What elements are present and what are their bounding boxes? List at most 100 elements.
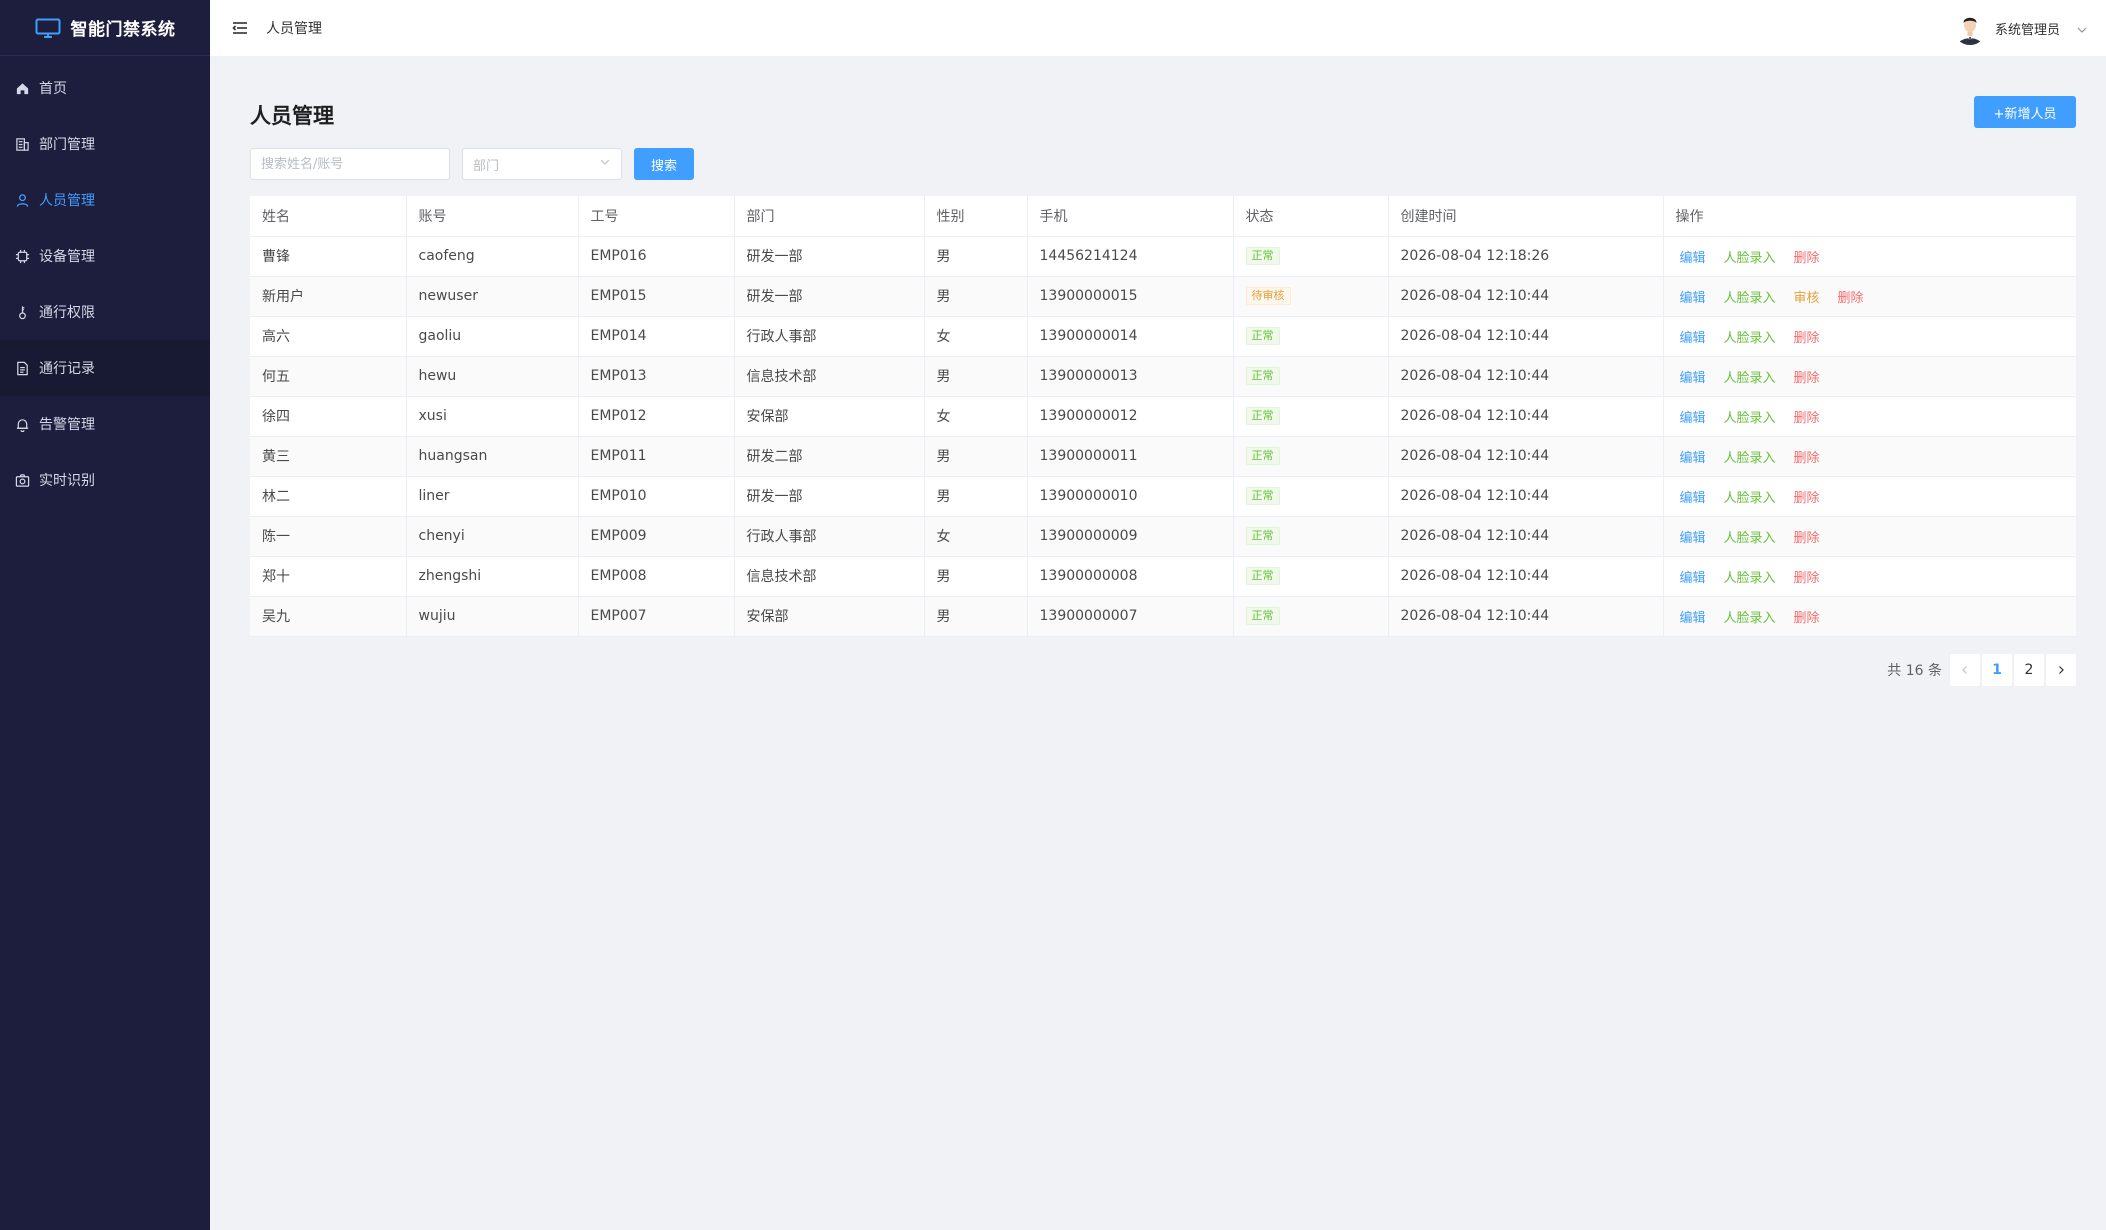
cell-actions: 编辑 人脸录入 删除: [1663, 316, 2076, 357]
cell-gender: 女: [924, 316, 1028, 357]
cell-status: 正常: [1233, 516, 1389, 557]
page-button-1[interactable]: 1: [1982, 654, 2012, 686]
cell-actions: 编辑 人脸录入 删除: [1663, 596, 2076, 637]
add-person-button[interactable]: +新增人员: [1974, 96, 2076, 128]
delete-button[interactable]: 删除: [1794, 331, 1820, 346]
prev-page-button[interactable]: [1950, 654, 1980, 686]
cell-phone: 13900000010: [1027, 476, 1234, 517]
edit-button[interactable]: 编辑: [1680, 291, 1706, 306]
table-row[interactable]: 新用户 newuser EMP015 研发一部男 13900000015 待审核 2026-…: [250, 276, 2076, 317]
face-enroll-button[interactable]: 人脸录入: [1724, 291, 1776, 306]
cell-phone: 13900000013: [1027, 356, 1234, 397]
table-row[interactable]: 曹锋 caofeng EMP016 研发一部男 14456214124 正常 2026-08…: [250, 236, 2076, 277]
sidebar-item-alarms[interactable]: 告警管理: [0, 396, 210, 452]
menu-collapse-icon[interactable]: [232, 20, 250, 36]
face-enroll-button[interactable]: 人脸录入: [1724, 331, 1776, 346]
sidebar-item-access-records[interactable]: 通行记录: [0, 340, 210, 396]
delete-button[interactable]: 删除: [1794, 571, 1820, 586]
cell-actions: 编辑 人脸录入 删除: [1663, 236, 2076, 277]
department-select[interactable]: 部门: [462, 148, 622, 180]
face-enroll-button[interactable]: 人脸录入: [1724, 251, 1776, 266]
table-row[interactable]: 郑十 zhengshi EMP008 信息技术部男 13900000008 正常 2026-…: [250, 556, 2076, 597]
breadcrumb[interactable]: 人员管理: [266, 18, 322, 38]
edit-button[interactable]: 编辑: [1680, 571, 1706, 586]
face-enroll-button[interactable]: 人脸录入: [1724, 571, 1776, 586]
edit-button[interactable]: 编辑: [1680, 491, 1706, 506]
sidebar-item-home[interactable]: 首页: [0, 60, 210, 116]
cell-gender: 男: [924, 596, 1028, 637]
face-enroll-button[interactable]: 人脸录入: [1724, 531, 1776, 546]
review-button[interactable]: 审核: [1794, 291, 1820, 306]
column-header-gender[interactable]: 性别: [924, 196, 1028, 237]
edit-button[interactable]: 编辑: [1680, 451, 1706, 466]
cell-department: 行政人事部: [734, 516, 925, 557]
column-header-phone[interactable]: 手机: [1027, 196, 1234, 237]
delete-button[interactable]: 删除: [1794, 371, 1820, 386]
edit-button[interactable]: 编辑: [1680, 411, 1706, 426]
face-enroll-button[interactable]: 人脸录入: [1724, 491, 1776, 506]
cell-phone: 13900000011: [1027, 436, 1234, 477]
table-row[interactable]: 徐四 xusi EMP012 安保部女 13900000012 正常 2026-08-04 …: [250, 396, 2076, 437]
cell-phone: 13900000012: [1027, 396, 1234, 437]
edit-button[interactable]: 编辑: [1680, 251, 1706, 266]
cell-employee-no: EMP010: [578, 476, 735, 517]
brand[interactable]: 智能门禁系统: [0, 0, 210, 56]
cell-account: gaoliu: [406, 316, 579, 357]
edit-button[interactable]: 编辑: [1680, 531, 1706, 546]
status-badge: 正常: [1245, 527, 1280, 545]
delete-button[interactable]: 删除: [1794, 531, 1820, 546]
cell-status: 正常: [1233, 436, 1389, 477]
sidebar-item-label: 部门管理: [39, 137, 95, 153]
table-row[interactable]: 高六 gaoliu EMP014 行政人事部女 13900000014 正常 2026-08…: [250, 316, 2076, 357]
search-button[interactable]: 搜索: [634, 148, 694, 180]
delete-button[interactable]: 删除: [1794, 451, 1820, 466]
cell-name: 黄三: [250, 436, 407, 477]
cell-gender: 男: [924, 356, 1028, 397]
cell-employee-no: EMP016: [578, 236, 735, 277]
edit-button[interactable]: 编辑: [1680, 371, 1706, 386]
next-page-button[interactable]: [2046, 654, 2076, 686]
search-input[interactable]: [250, 148, 450, 180]
sidebar-item-access-permissions[interactable]: 通行权限: [0, 284, 210, 340]
delete-button[interactable]: 删除: [1794, 251, 1820, 266]
chevron-down-icon[interactable]: [2076, 22, 2088, 34]
edit-button[interactable]: 编辑: [1680, 331, 1706, 346]
delete-button[interactable]: 删除: [1838, 291, 1864, 306]
table-row[interactable]: 陈一 chenyi EMP009 行政人事部女 13900000009 正常 2026-08…: [250, 516, 2076, 557]
cell-employee-no: EMP007: [578, 596, 735, 637]
sidebar-item-departments[interactable]: 部门管理: [0, 116, 210, 172]
table-row[interactable]: 林二 liner EMP010 研发一部男 13900000010 正常 2026-08-0…: [250, 476, 2076, 517]
sidebar-item-personnel[interactable]: 人员管理: [0, 172, 210, 228]
column-header-employee-no[interactable]: 工号: [578, 196, 735, 237]
face-enroll-button[interactable]: 人脸录入: [1724, 451, 1776, 466]
cell-status: 正常: [1233, 556, 1389, 597]
sidebar-item-devices[interactable]: 设备管理: [0, 228, 210, 284]
column-header-department[interactable]: 部门: [734, 196, 925, 237]
table-row[interactable]: 吴九 wujiu EMP007 安保部男 13900000007 正常 2026-08-04…: [250, 596, 2076, 637]
page-button-2[interactable]: 2: [2014, 654, 2044, 686]
column-header-status[interactable]: 状态: [1233, 196, 1389, 237]
table-row[interactable]: 何五 hewu EMP013 信息技术部男 13900000013 正常 2026-08-0…: [250, 356, 2076, 397]
user-menu[interactable]: 系统管理员: [1952, 11, 2088, 45]
table-row[interactable]: 黄三 huangsan EMP011 研发二部男 13900000011 正常 2026-0…: [250, 436, 2076, 477]
face-enroll-button[interactable]: 人脸录入: [1724, 611, 1776, 626]
user-icon: [14, 192, 30, 208]
cell-status: 正常: [1233, 396, 1389, 437]
column-header-created-time[interactable]: 创建时间: [1388, 196, 1664, 237]
delete-button[interactable]: 删除: [1794, 411, 1820, 426]
face-enroll-button[interactable]: 人脸录入: [1724, 411, 1776, 426]
cell-created-time: 2026-08-04 12:10:44: [1388, 476, 1664, 517]
cell-phone: 13900000009: [1027, 516, 1234, 557]
cell-created-time: 2026-08-04 12:10:44: [1388, 356, 1664, 397]
cell-status: 正常: [1233, 236, 1389, 277]
sidebar-item-realtime-recognition[interactable]: 实时识别: [0, 452, 210, 508]
table-header-row: 姓名 账号 工号 部门 性别 手机 状态 创建时间 操作: [250, 196, 2076, 237]
delete-button[interactable]: 删除: [1794, 611, 1820, 626]
edit-button[interactable]: 编辑: [1680, 611, 1706, 626]
avatar[interactable]: [1952, 11, 1987, 45]
monitor-icon: [35, 18, 61, 38]
face-enroll-button[interactable]: 人脸录入: [1724, 371, 1776, 386]
column-header-name[interactable]: 姓名: [250, 196, 407, 237]
column-header-account[interactable]: 账号: [406, 196, 579, 237]
delete-button[interactable]: 删除: [1794, 491, 1820, 506]
